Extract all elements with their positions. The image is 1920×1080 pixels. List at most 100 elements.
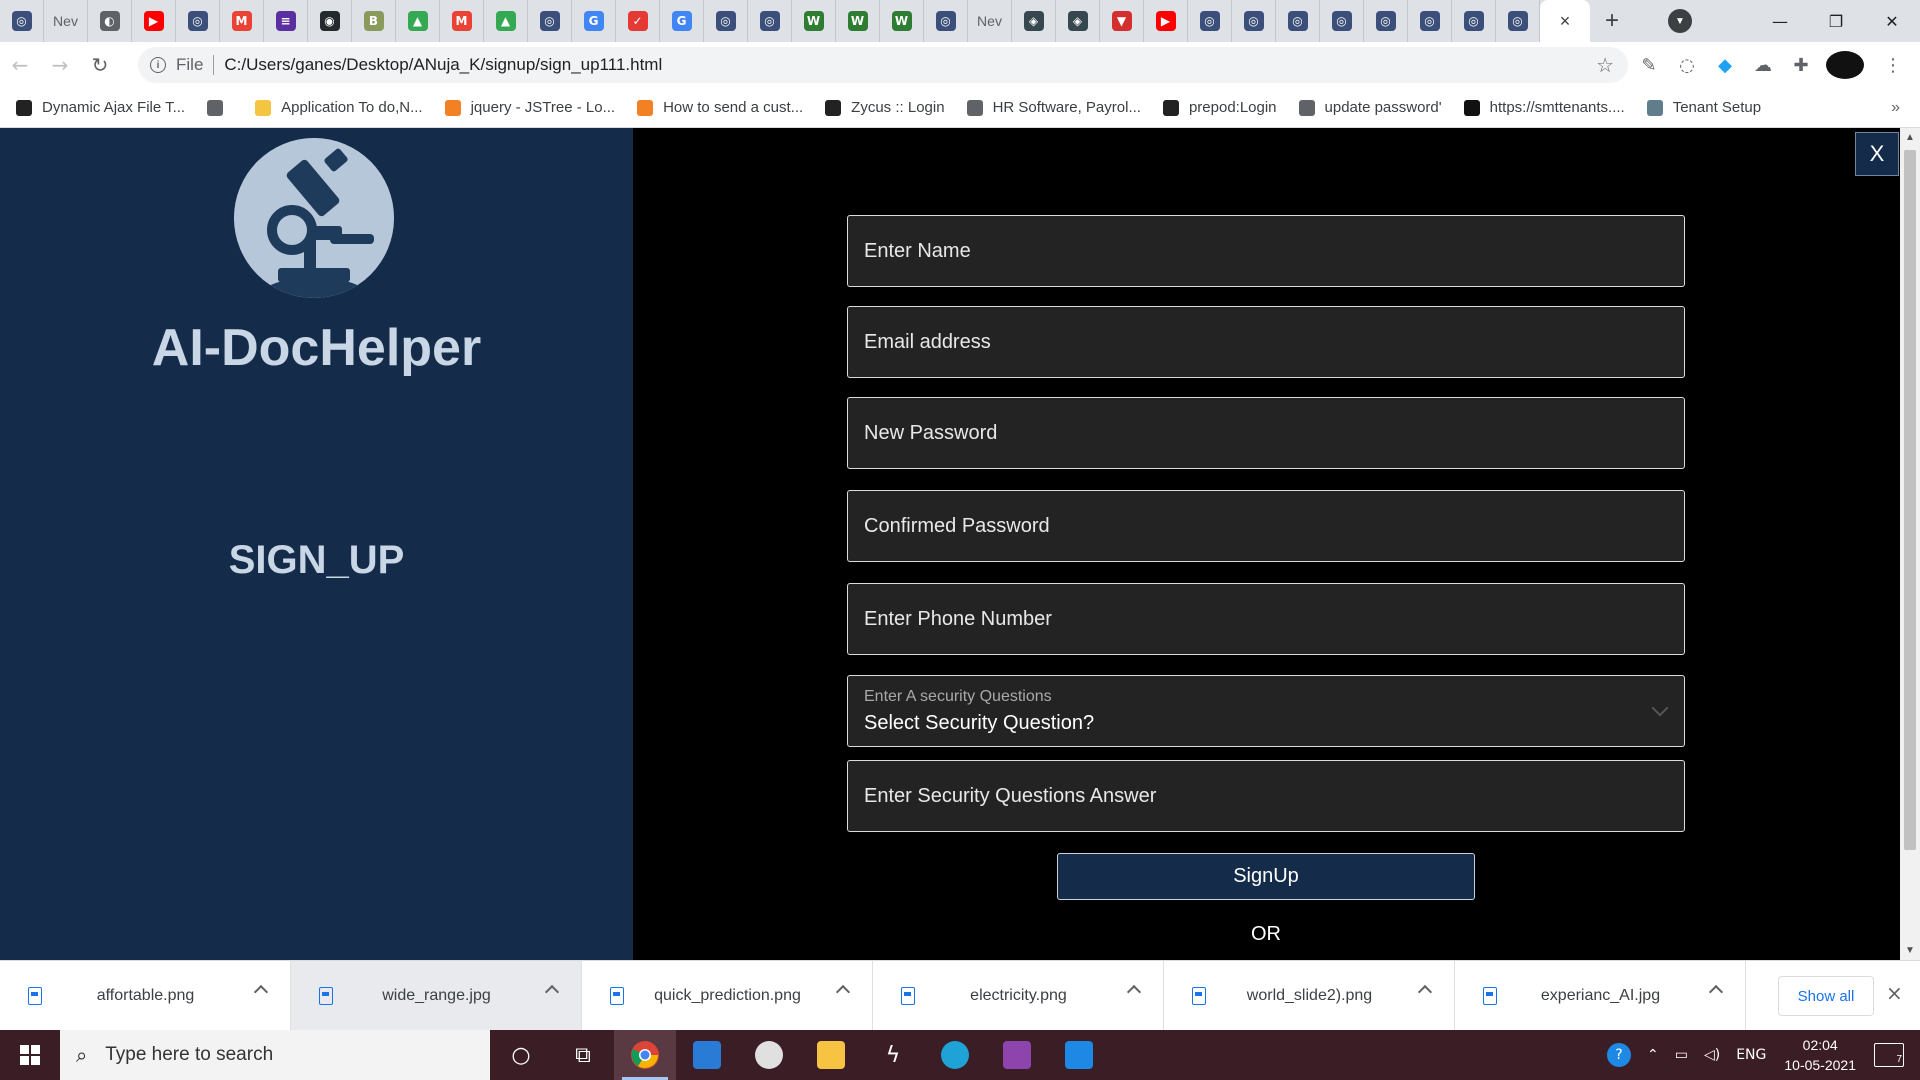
browser-tab[interactable]: Nev [44, 0, 88, 42]
browser-tab[interactable]: M [440, 0, 484, 42]
browser-tab[interactable]: ◎ [1276, 0, 1320, 42]
new-password-input[interactable] [864, 398, 1684, 468]
language-indicator[interactable]: ENG [1736, 1047, 1766, 1063]
phone-field[interactable] [847, 583, 1685, 655]
scroll-down-icon[interactable]: ▼ [1905, 945, 1915, 956]
confirm-password-input[interactable] [864, 491, 1684, 561]
browser-tab[interactable]: ◈ [1012, 0, 1056, 42]
browser-tab[interactable]: W [880, 0, 924, 42]
vertical-scrollbar[interactable]: ▲ ▼ [1900, 128, 1920, 960]
phone-input[interactable] [864, 584, 1684, 654]
browser-tab[interactable]: ◎ [1320, 0, 1364, 42]
browser-tab[interactable]: ◉ [308, 0, 352, 42]
task-view-icon[interactable]: ⧉ [552, 1030, 614, 1080]
edge-icon[interactable] [924, 1030, 986, 1080]
browser-tab[interactable]: ◎ [1188, 0, 1232, 42]
browser-tab[interactable]: ▶ [132, 0, 176, 42]
browser-tab[interactable]: ◎ [704, 0, 748, 42]
browser-tab[interactable]: ◐ [88, 0, 132, 42]
back-arrow-icon[interactable]: ← [0, 45, 40, 85]
chrome-icon[interactable] [614, 1030, 676, 1080]
browser-tab[interactable]: ▶ [1144, 0, 1188, 42]
info-icon[interactable]: i [150, 57, 166, 73]
close-tab-icon[interactable]: × [1560, 11, 1571, 32]
mail-icon[interactable] [676, 1030, 738, 1080]
security-question-value[interactable]: Select Security Question? [864, 712, 1094, 735]
browser-tab[interactable]: ▲ [484, 0, 528, 42]
active-tab[interactable]: × [1540, 0, 1590, 42]
bookmark-item[interactable]: Zycus :: Login [825, 99, 945, 116]
browser-tab[interactable]: ▲ [396, 0, 440, 42]
browser-tab[interactable]: ◎ [528, 0, 572, 42]
download-item[interactable]: electricity.png [873, 960, 1164, 1031]
bookmark-item[interactable]: Tenant Setup [1646, 99, 1761, 116]
paint-icon[interactable] [738, 1030, 800, 1080]
name-input[interactable] [864, 216, 1684, 286]
new-password-field[interactable] [847, 397, 1685, 469]
file-explorer-icon[interactable] [800, 1030, 862, 1080]
minimize-icon[interactable]: — [1752, 0, 1808, 42]
visual-studio-icon[interactable] [986, 1030, 1048, 1080]
puzzle-icon[interactable]: ✚ [1782, 55, 1820, 76]
bookmark-item[interactable]: prepod:Login [1162, 99, 1277, 116]
browser-tab[interactable]: ◎ [176, 0, 220, 42]
battery-icon[interactable]: ▭ [1675, 1047, 1688, 1063]
security-answer-field[interactable] [847, 760, 1685, 832]
profile-avatar[interactable] [1826, 51, 1864, 79]
menu-dots-icon[interactable]: ⋮ [1874, 55, 1912, 76]
scroll-up-icon[interactable]: ▲ [1905, 132, 1915, 143]
browser-tab[interactable]: G [572, 0, 616, 42]
bookmark-item[interactable]: HR Software, Payrol... [966, 99, 1141, 116]
browser-tab[interactable]: W [792, 0, 836, 42]
lightning-app-icon[interactable]: ϟ [862, 1030, 924, 1080]
tab-search-icon[interactable]: ▼ [1668, 9, 1692, 33]
download-item[interactable]: world_slide2).png [1164, 960, 1455, 1031]
notification-icon[interactable]: 7 [1874, 1043, 1904, 1067]
browser-tab[interactable]: ◎ [1452, 0, 1496, 42]
browser-tab[interactable]: ◎ [0, 0, 44, 42]
browser-tab[interactable]: ◈ [1056, 0, 1100, 42]
tray-chevron-icon[interactable]: ⌃ [1647, 1047, 1659, 1063]
restore-icon[interactable]: ❐ [1808, 0, 1864, 42]
bookmark-item[interactable]: https://smttenants.... [1463, 99, 1625, 116]
browser-tab[interactable]: B [352, 0, 396, 42]
new-tab-button[interactable]: + [1590, 0, 1634, 42]
cortana-icon[interactable]: ○ [490, 1030, 552, 1080]
browser-tab[interactable]: ▼ [1100, 0, 1144, 42]
browser-tab[interactable]: ≡ [264, 0, 308, 42]
browser-tab[interactable]: Nev [968, 0, 1012, 42]
email-field[interactable] [847, 306, 1685, 378]
eyedropper-icon[interactable]: ✎ [1630, 55, 1668, 76]
taskbar-search[interactable]: ⌕ [60, 1030, 490, 1080]
browser-tab[interactable]: G [660, 0, 704, 42]
bookmark-item[interactable] [207, 99, 233, 116]
download-item[interactable]: quick_prediction.png [582, 960, 873, 1031]
close-button[interactable]: X [1855, 132, 1899, 176]
help-icon[interactable]: ? [1607, 1043, 1631, 1067]
bookmarks-more-icon[interactable]: » [1891, 99, 1900, 117]
name-field[interactable] [847, 215, 1685, 287]
chevron-down-icon[interactable] [1651, 699, 1669, 717]
close-shelf-icon[interactable]: × [1886, 981, 1903, 1005]
download-item[interactable]: affortable.png [0, 960, 291, 1031]
browser-tab[interactable]: ◎ [924, 0, 968, 42]
browser-tab[interactable]: ◎ [1232, 0, 1276, 42]
extension-bird-icon[interactable]: ◆ [1706, 55, 1744, 76]
bookmark-item[interactable]: update password' [1298, 99, 1442, 116]
photos-icon[interactable] [1048, 1030, 1110, 1080]
scrollbar-thumb[interactable] [1904, 150, 1916, 850]
address-bar[interactable]: i File C:/Users/ganes/Desktop/ANuja_K/si… [138, 47, 1628, 83]
browser-tab[interactable]: ◎ [1496, 0, 1540, 42]
url-text[interactable]: C:/Users/ganes/Desktop/ANuja_K/signup/si… [224, 55, 662, 75]
bookmark-star-icon[interactable]: ☆ [1596, 53, 1614, 78]
browser-tab[interactable]: ◎ [1408, 0, 1452, 42]
signup-button[interactable]: SignUp [1057, 853, 1475, 900]
email-input[interactable] [864, 307, 1684, 377]
reload-icon[interactable]: ↻ [80, 45, 120, 85]
close-window-icon[interactable]: ✕ [1864, 0, 1920, 42]
volume-icon[interactable]: ◁) [1704, 1047, 1720, 1063]
security-question-select[interactable]: Enter A security Questions Select Securi… [847, 675, 1685, 747]
download-item[interactable]: experianc_AI.jpg [1455, 960, 1746, 1031]
browser-tab[interactable]: ✓ [616, 0, 660, 42]
download-item[interactable]: wide_range.jpg [291, 960, 582, 1031]
